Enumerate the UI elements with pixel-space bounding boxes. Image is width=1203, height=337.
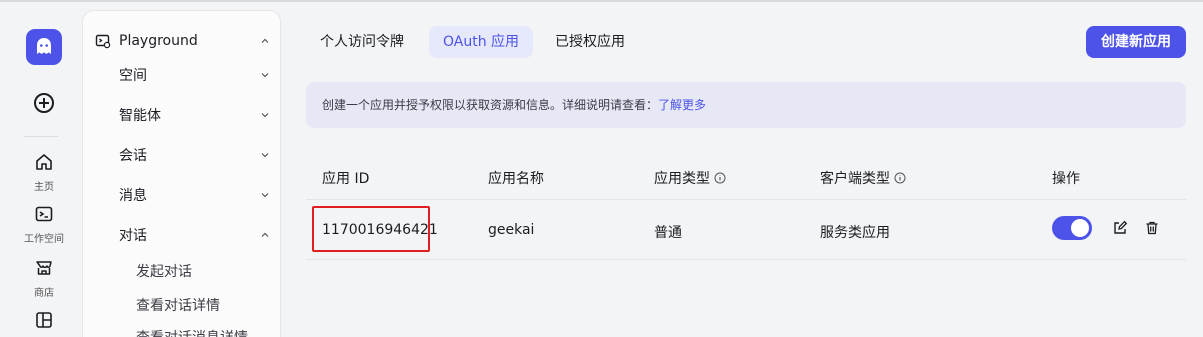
layout-icon bbox=[36, 312, 52, 328]
sidebar-item-agent[interactable]: 智能体 bbox=[119, 101, 275, 129]
sidebar-item-playground[interactable]: Playground bbox=[95, 27, 275, 55]
column-header-actions: 操作 bbox=[1052, 171, 1080, 187]
chevron-down-icon bbox=[261, 153, 269, 158]
column-header-app-name: 应用名称 bbox=[488, 171, 544, 187]
chevron-down-icon bbox=[261, 193, 269, 198]
playground-icon bbox=[95, 34, 111, 49]
sidebar-item-label: 空间 bbox=[119, 68, 147, 84]
ghost-logo-icon bbox=[37, 38, 51, 54]
tab-authorized-apps[interactable]: 已授权应用 bbox=[541, 26, 639, 58]
rail-label-home: 主页 bbox=[34, 182, 54, 193]
chevron-up-icon bbox=[261, 232, 269, 237]
rail-label-store: 商店 bbox=[34, 288, 54, 299]
rail-item-home[interactable]: 主页 bbox=[14, 152, 74, 193]
sidebar-item-label: 消息 bbox=[119, 188, 147, 204]
delete-icon[interactable] bbox=[1144, 220, 1160, 236]
home-icon bbox=[36, 154, 52, 170]
sidebar-item-message[interactable]: 消息 bbox=[119, 181, 275, 209]
sidebar-item-label: 智能体 bbox=[119, 108, 161, 124]
enable-toggle[interactable] bbox=[1052, 216, 1092, 240]
chevron-down-icon bbox=[261, 73, 269, 78]
chevron-down-icon bbox=[261, 113, 269, 118]
app-type-cell: 普通 bbox=[654, 225, 682, 241]
sidebar-subitem-message-detail[interactable]: 查看对话消息详情 bbox=[136, 327, 248, 337]
tab-personal-access-token[interactable]: 个人访问令牌 bbox=[306, 26, 418, 58]
header-divider bbox=[306, 199, 1186, 200]
info-text: 创建一个应用并授予权限以获取资源和信息。详细说明请查看： bbox=[322, 98, 659, 112]
store-icon bbox=[36, 261, 52, 275]
sidebar-item-label: 会话 bbox=[119, 148, 147, 164]
row-divider bbox=[306, 259, 1186, 260]
chevron-up-icon bbox=[261, 38, 269, 43]
sidebar-item-label: 对话 bbox=[119, 228, 147, 244]
info-banner: 创建一个应用并授予权限以获取资源和信息。详细说明请查看：了解更多 bbox=[306, 82, 1186, 128]
playground-label: Playground bbox=[119, 33, 198, 49]
sidebar-item-space[interactable]: 空间 bbox=[119, 61, 275, 89]
sidebar-item-session[interactable]: 会话 bbox=[119, 141, 275, 169]
highlight-box bbox=[312, 206, 430, 252]
terminal-icon bbox=[35, 206, 53, 222]
app-logo[interactable] bbox=[26, 29, 62, 65]
secondary-sidebar: Playground 空间 智能体 会话 消息 对话 发起对话 查看对话详情 查… bbox=[82, 10, 281, 337]
info-icon[interactable] bbox=[894, 172, 906, 184]
sidebar-subitem-start-chat[interactable]: 发起对话 bbox=[136, 261, 192, 281]
rail-divider bbox=[24, 136, 58, 137]
app-name-cell: geekai bbox=[488, 222, 535, 238]
learn-more-link[interactable]: 了解更多 bbox=[658, 98, 706, 112]
add-icon[interactable] bbox=[34, 93, 54, 113]
sidebar-subitem-chat-detail[interactable]: 查看对话详情 bbox=[136, 295, 220, 315]
rail-item-layout[interactable] bbox=[14, 310, 74, 334]
create-app-button[interactable]: 创建新应用 bbox=[1086, 26, 1186, 58]
tab-oauth-apps[interactable]: OAuth 应用 bbox=[429, 26, 534, 58]
edit-icon[interactable] bbox=[1112, 220, 1128, 236]
info-icon[interactable] bbox=[714, 172, 726, 184]
column-header-client-type: 客户端类型 bbox=[820, 168, 906, 188]
client-type-cell: 服务类应用 bbox=[820, 225, 890, 241]
rail-label-workspace: 工作空间 bbox=[24, 234, 64, 245]
column-header-app-type: 应用类型 bbox=[654, 168, 726, 188]
column-header-app-id: 应用 ID bbox=[322, 171, 370, 187]
left-rail: 主页 工作空间 商店 bbox=[0, 2, 82, 337]
rail-item-store[interactable]: 商店 bbox=[14, 258, 74, 299]
rail-item-workspace[interactable]: 工作空间 bbox=[14, 204, 74, 245]
top-border bbox=[0, 0, 1203, 2]
sidebar-item-chat[interactable]: 对话 bbox=[119, 221, 275, 249]
